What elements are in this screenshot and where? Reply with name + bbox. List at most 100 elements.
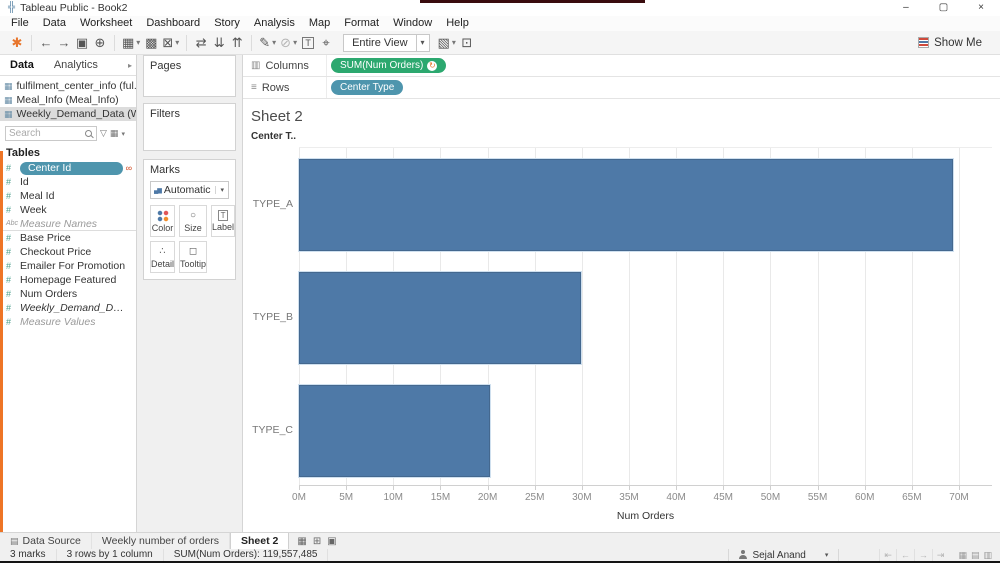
field-row[interactable]: # Num Orders — [0, 287, 136, 301]
toolbar-icon[interactable]: ▧ ▾ — [436, 32, 458, 54]
toolbar-icon[interactable]: ⊠ ▾ — [160, 32, 181, 54]
new-sheet-icon[interactable]: ▣ — [327, 536, 336, 547]
field-row[interactable]: # Measure Values — [0, 315, 136, 329]
field-row[interactable]: # Id — [0, 175, 136, 189]
menu-item[interactable]: Data — [36, 16, 73, 31]
mark-type-dropdown[interactable]: ▄▆ Automatic ▾ — [150, 181, 229, 199]
bar-TYPE_B[interactable] — [299, 271, 581, 364]
pill-sum-num-orders[interactable]: SUM(Num Orders) ↻ — [331, 58, 447, 73]
mark-property-button[interactable]: T Label — [211, 205, 236, 237]
worksheet-tab[interactable]: Weekly number of orders — [92, 533, 230, 549]
field-row[interactable]: # Meal Id — [0, 189, 136, 203]
toolbar-icon[interactable] — [251, 34, 253, 51]
menu-item[interactable]: File — [4, 16, 36, 31]
data-source-item[interactable]: ▦ fulfilment_center_info (ful... — [0, 79, 136, 93]
page-nav-icon[interactable]: ← — [895, 549, 914, 561]
toolbar-icon[interactable]: T — [299, 36, 317, 49]
new-sheet-icon[interactable]: ⊞ — [313, 536, 321, 547]
toolbar-icon[interactable]: ▩ — [142, 32, 160, 54]
field-row[interactable]: # Homepage Featured — [0, 273, 136, 287]
field-row[interactable]: # Center Id ∞ — [0, 161, 136, 175]
toolbar-icon[interactable]: → — [55, 32, 73, 54]
chart-row — [299, 148, 992, 261]
chevron-down-icon[interactable]: ▾ — [415, 34, 429, 51]
toolbar-icon[interactable]: ✱ — [8, 32, 26, 54]
toolbar-icon[interactable] — [31, 34, 32, 51]
tab-analytics[interactable]: Analytics — [44, 55, 108, 75]
field-row[interactable]: # Weekly_Demand_Data (Co... — [0, 301, 136, 315]
bar-TYPE_C[interactable] — [299, 384, 491, 477]
chart-pane[interactable] — [299, 147, 992, 486]
pill-center-type[interactable]: Center Type — [331, 80, 404, 95]
field-type-icon: # — [6, 289, 12, 299]
data-source-item[interactable]: ▦ Meal_Info (Meal_Info) — [0, 93, 136, 107]
columns-shelf[interactable]: ▥ Columns SUM(Num Orders) ↻ — [243, 55, 1000, 77]
field-row[interactable]: Abc Measure Names — [0, 217, 136, 231]
column-field-header[interactable]: Center T.. — [251, 131, 1000, 147]
maximize-button[interactable]: ▢ — [939, 0, 948, 16]
chevron-down-icon[interactable]: ▾ — [215, 186, 228, 194]
new-sheet-icon[interactable]: ▦ — [297, 536, 306, 547]
x-axis-area[interactable]: 0M 5M 10M 15M 20M 25M 30M 35M 40M 45M 50M 55M 60M 65M… — [292, 486, 992, 508]
tab-data-source[interactable]: ▤ Data Source — [0, 533, 92, 549]
pages-card[interactable]: Pages — [143, 55, 236, 97]
menu-item[interactable]: Dashboard — [139, 16, 207, 31]
toolbar-icon[interactable]: ▣ — [73, 32, 91, 54]
page-nav-icon[interactable]: ⇤ — [879, 549, 896, 561]
field-row[interactable]: # Checkout Price — [0, 245, 136, 259]
toolbar-icon[interactable]: ✎ ▾ — [257, 32, 278, 54]
toolbar-icon[interactable]: ▦ ▾ — [120, 32, 142, 54]
pane-collapse-icon[interactable]: ▸ — [128, 61, 136, 70]
menu-item[interactable]: Story — [207, 16, 247, 31]
view-layout-icon[interactable]: ▦ — [110, 128, 119, 139]
user-menu[interactable]: Sejal Anand ▾ — [728, 549, 840, 561]
field-row[interactable]: # Base Price — [0, 231, 136, 245]
menu-bar: File Data Worksheet Dashboard Story Analysis M… — [0, 16, 1000, 31]
fit-dropdown[interactable]: Entire View ▾ — [343, 33, 430, 52]
tab-data[interactable]: Data — [0, 55, 44, 75]
toolbar-icon[interactable]: ⊕ — [91, 32, 109, 54]
worksheet-tab[interactable]: Sheet 2 — [230, 533, 290, 549]
rows-shelf[interactable]: ≡ Rows Center Type — [243, 77, 1000, 99]
field-row[interactable]: # Emailer For Promotion — [0, 259, 136, 273]
page-nav-icon[interactable]: → — [913, 549, 932, 561]
toolbar-icon[interactable]: ⇄ — [192, 32, 210, 54]
menu-item[interactable]: Format — [337, 16, 386, 31]
x-axis-tick-label: 60M — [854, 492, 875, 503]
toolbar-icon[interactable] — [114, 34, 115, 51]
data-pane-tabs: Data Analytics ▸ — [0, 55, 136, 76]
menu-item[interactable]: Help — [439, 16, 476, 31]
toolbar-icon[interactable]: ⌖ — [317, 32, 335, 54]
mark-property-button[interactable]: Color — [150, 205, 176, 237]
bar-TYPE_A[interactable] — [299, 158, 954, 251]
view-mode-icon[interactable]: ▤ — [971, 550, 980, 561]
toolbar-icon[interactable]: ⊘ ▾ — [278, 32, 299, 54]
window-title: Tableau Public - Book2 — [20, 2, 128, 14]
page-nav-icon[interactable]: ⇥ — [931, 549, 949, 561]
view-mode-icon[interactable]: ▦ — [958, 550, 967, 561]
mark-property-button[interactable]: ◻ Tooltip — [179, 241, 208, 273]
menu-item[interactable]: Worksheet — [73, 16, 139, 31]
menu-item[interactable]: Map — [302, 16, 337, 31]
view-mode-icon[interactable]: ▥ — [983, 550, 992, 561]
menu-item[interactable]: Window — [386, 16, 439, 31]
x-axis-tick-label: 55M — [807, 492, 828, 503]
menu-item[interactable]: Analysis — [247, 16, 302, 31]
data-source-item[interactable]: ▦ Weekly_Demand_Data (W... — [0, 107, 136, 121]
mark-property-button[interactable]: ○ Size — [179, 205, 208, 237]
filter-funnel-icon[interactable]: ▽ — [100, 128, 107, 139]
toolbar-icon[interactable]: ⊡ — [458, 32, 476, 54]
search-input[interactable] — [9, 128, 85, 139]
toolbar-icon[interactable]: ⇈ — [228, 32, 246, 54]
chevron-down-icon[interactable]: ▾ — [825, 551, 829, 559]
toolbar-icon[interactable] — [186, 34, 188, 51]
minimize-button[interactable]: – — [903, 0, 909, 16]
show-me-button[interactable]: Show Me — [918, 37, 992, 49]
field-row[interactable]: # Week — [0, 203, 136, 217]
toolbar-icon[interactable]: ← — [37, 32, 55, 54]
toolbar-icon[interactable]: ⇊ — [210, 32, 228, 54]
chevron-down-icon[interactable]: ▾ — [121, 130, 125, 138]
close-button[interactable]: × — [978, 0, 984, 16]
filters-card[interactable]: Filters — [143, 103, 236, 151]
mark-property-button[interactable]: ∴ Detail — [150, 241, 176, 273]
